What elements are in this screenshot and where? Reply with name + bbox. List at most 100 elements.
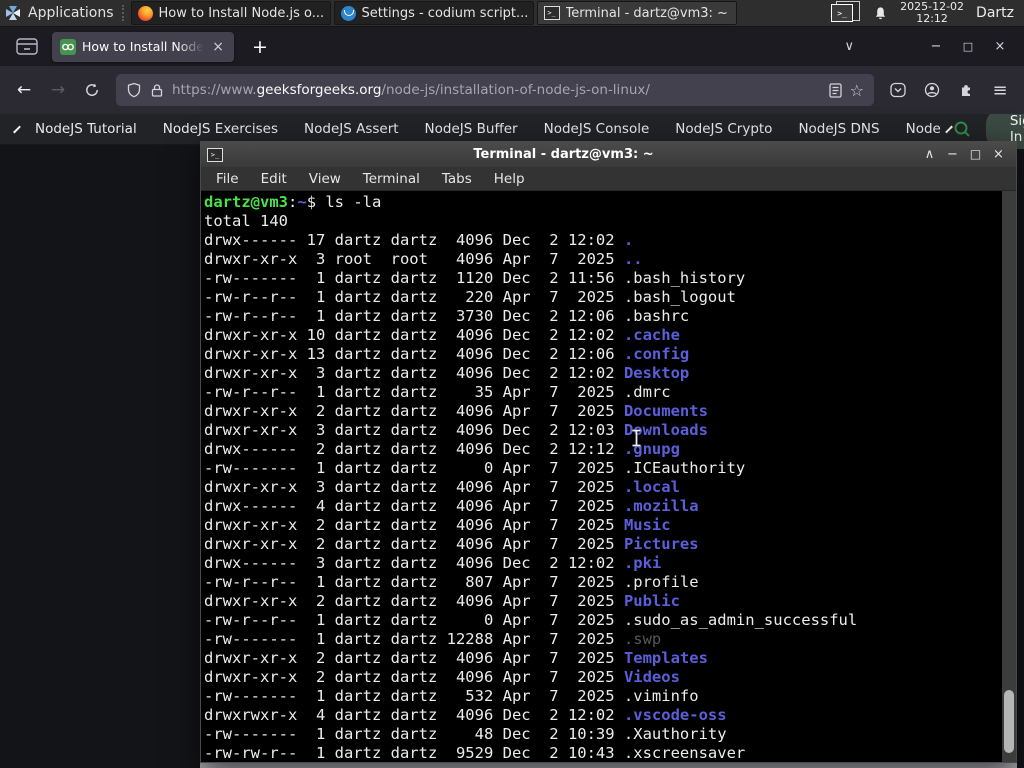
taskbar-button-label: Settings - codium script... bbox=[361, 5, 527, 21]
terminal-line: drwxr-xr-x 3 dartz dartz 4096 Dec 2 12:0… bbox=[204, 364, 690, 382]
terminal-line: drwxr-xr-x 3 root root 4096 Apr 7 2025 .… bbox=[204, 250, 643, 268]
terminal-line: drwxr-xr-x 2 dartz dartz 4096 Apr 7 2025… bbox=[204, 649, 708, 667]
url-bar[interactable]: https://www.geeksforgeeks.org/node-js/in… bbox=[116, 74, 874, 106]
terminal-line: -rw-r--r-- 1 dartz dartz 0 Apr 7 2025 .s… bbox=[204, 611, 858, 629]
reader-mode-icon[interactable] bbox=[829, 82, 842, 98]
terminal-line: drwx------ 2 dartz dartz 4096 Dec 2 12:1… bbox=[204, 440, 680, 458]
terminal-line: -rw-r--r-- 1 dartz dartz 3730 Dec 2 12:0… bbox=[204, 307, 690, 325]
list-all-tabs-button[interactable]: ∨ bbox=[836, 39, 862, 54]
menu-button[interactable]: ≡ bbox=[984, 74, 1016, 106]
nav-link-nodejs-buffer[interactable]: NodeJS Buffer bbox=[425, 121, 518, 137]
nav-link-nodejs-assert[interactable]: NodeJS Assert bbox=[304, 121, 399, 137]
terminal-menu-view[interactable]: View bbox=[298, 171, 352, 187]
terminal-menubar: File Edit View Terminal Tabs Help bbox=[201, 167, 1016, 191]
terminal-line: drwx------ 4 dartz dartz 4096 Apr 7 2025… bbox=[204, 497, 699, 515]
ibeam-cursor bbox=[631, 428, 642, 451]
panel-user-menu[interactable]: Dartz bbox=[976, 5, 1014, 21]
terminal-menu-tabs[interactable]: Tabs bbox=[431, 171, 483, 187]
extensions-button[interactable] bbox=[950, 74, 982, 106]
pocket-icon bbox=[890, 82, 906, 98]
nav-link-nodejs-console[interactable]: NodeJS Console bbox=[544, 121, 650, 137]
notification-bell-icon[interactable] bbox=[873, 5, 888, 21]
terminal-line: dartz@vm3:~$ ls -la bbox=[204, 193, 382, 211]
terminal-line: drwxr-xr-x 3 dartz dartz 4096 Dec 2 12:0… bbox=[204, 421, 708, 439]
tab-close-button[interactable]: × bbox=[210, 39, 226, 55]
search-icon bbox=[954, 121, 970, 137]
reload-icon bbox=[86, 83, 98, 96]
panel-separator bbox=[121, 5, 125, 21]
terminal-line: -rw------- 1 dartz dartz 1120 Dec 2 11:5… bbox=[204, 269, 746, 287]
lock-icon[interactable] bbox=[150, 83, 164, 98]
taskbar-button-terminal[interactable]: >_ Terminal - dartz@vm3: ~ bbox=[536, 1, 737, 25]
terminal-window-title: Terminal - dartz@vm3: ~ bbox=[473, 147, 654, 162]
back-button[interactable]: ← bbox=[8, 74, 40, 106]
terminal-window: >_ Terminal - dartz@vm3: ~ ∧ − □ × File E… bbox=[200, 141, 1017, 763]
tab-title: How to Install Node.js on bbox=[82, 39, 204, 54]
browser-minimize-button[interactable]: − bbox=[920, 39, 952, 54]
xfce-panel: Applications How to Install Node.js o...… bbox=[0, 0, 1024, 27]
terminal-line: drwxr-xr-x 2 dartz dartz 4096 Apr 7 2025… bbox=[204, 592, 680, 610]
puzzle-piece-icon bbox=[962, 84, 970, 96]
terminal-line: drwxr-xr-x 10 dartz dartz 4096 Dec 2 12:… bbox=[204, 326, 680, 344]
terminal-titlebar[interactable]: >_ Terminal - dartz@vm3: ~ ∧ − □ × bbox=[201, 142, 1016, 167]
account-button[interactable] bbox=[916, 74, 948, 106]
taskbar-button-codium[interactable]: Settings - codium script... bbox=[333, 1, 534, 25]
geeksforgeeks-favicon bbox=[60, 38, 76, 55]
taskbar-button-label: How to Install Node.js o... bbox=[158, 5, 324, 21]
terminal-line: drwxrwxr-x 4 dartz dartz 4096 Dec 2 12:0… bbox=[204, 706, 727, 724]
terminal-menu-edit[interactable]: Edit bbox=[250, 171, 298, 187]
taskbar-button-firefox[interactable]: How to Install Node.js o... bbox=[130, 1, 331, 25]
panel-clock[interactable]: 2025-12-02 12:12 bbox=[900, 1, 964, 25]
firefox-view-icon bbox=[16, 37, 38, 55]
terminal-scrollbar-thumb[interactable] bbox=[1004, 690, 1014, 753]
nav-link-nodejs-exercises[interactable]: NodeJS Exercises bbox=[163, 121, 278, 137]
system-tray: >_ 2025-12-02 12:12 Dartz bbox=[829, 1, 1024, 25]
nav-link-nodejs-dns[interactable]: NodeJS DNS bbox=[798, 121, 879, 137]
firefox-icon bbox=[137, 5, 153, 21]
nav-scroll-left-icon[interactable] bbox=[13, 125, 21, 133]
reload-button[interactable] bbox=[76, 74, 108, 106]
terminal-close-button[interactable]: × bbox=[987, 147, 1010, 162]
tray-terminal-icon[interactable]: >_ bbox=[829, 1, 861, 25]
terminal-line: -rw-r--r-- 1 dartz dartz 35 Apr 7 2025 .… bbox=[204, 383, 671, 401]
firefox-view-button[interactable] bbox=[16, 37, 38, 56]
terminal-line: drwxr-xr-x 2 dartz dartz 4096 Apr 7 2025… bbox=[204, 516, 671, 534]
browser-maximize-button[interactable]: □ bbox=[952, 40, 984, 53]
new-tab-button[interactable]: + bbox=[246, 36, 274, 58]
terminal-shade-button[interactable]: ∧ bbox=[918, 147, 941, 162]
terminal-maximize-button[interactable]: □ bbox=[964, 147, 987, 162]
terminal-menu-help[interactable]: Help bbox=[483, 171, 536, 187]
terminal-line: drwxr-xr-x 3 dartz dartz 4096 Apr 7 2025… bbox=[204, 478, 680, 496]
terminal-icon: >_ bbox=[831, 4, 854, 22]
terminal-menu-file[interactable]: File bbox=[205, 171, 250, 187]
terminal-content[interactable]: dartz@vm3:~$ ls -la total 140 drwx------ 1… bbox=[201, 191, 1016, 762]
terminal-line: drwx------ 3 dartz dartz 4096 Dec 2 12:0… bbox=[204, 554, 662, 572]
webpage-bottom-edge bbox=[200, 763, 1017, 768]
bookmark-star-icon[interactable]: ☆ bbox=[850, 81, 864, 100]
browser-tab[interactable]: How to Install Node.js on × bbox=[52, 31, 234, 62]
site-search-button[interactable] bbox=[952, 119, 972, 139]
terminal-minimize-button[interactable]: − bbox=[941, 147, 964, 162]
xfce-logo-icon bbox=[6, 6, 20, 20]
browser-close-button[interactable]: × bbox=[984, 39, 1016, 54]
terminal-line: -rw------- 1 dartz dartz 48 Dec 2 10:39 … bbox=[204, 725, 727, 743]
nav-link-nodejs-crypto[interactable]: NodeJS Crypto bbox=[675, 121, 772, 137]
terminal-line: -rw-r--r-- 1 dartz dartz 220 Apr 7 2025 … bbox=[204, 288, 736, 306]
firefox-toolbar: ← → https://www.geeksforgeeks.org/node-j… bbox=[0, 66, 1024, 114]
url-path: /node-js/installation-of-node-js-on-linu… bbox=[381, 82, 650, 98]
terminal-scrollbar[interactable] bbox=[1002, 191, 1016, 762]
nav-link-node[interactable]: Node bbox=[906, 121, 941, 137]
applications-menu-button[interactable]: Applications bbox=[0, 0, 120, 27]
applications-menu-label: Applications bbox=[28, 5, 114, 21]
forward-button[interactable]: → bbox=[42, 74, 74, 106]
terminal-line: -rw------- 1 dartz dartz 532 Apr 7 2025 … bbox=[204, 687, 699, 705]
terminal-menu-terminal[interactable]: Terminal bbox=[352, 171, 431, 187]
tracking-protection-shield-icon[interactable] bbox=[126, 82, 142, 98]
terminal-output: dartz@vm3:~$ ls -la total 140 drwx------ 1… bbox=[204, 193, 857, 762]
terminal-icon: >_ bbox=[543, 6, 560, 20]
site-nav-links: NodeJS Tutorial NodeJS Exercises NodeJS As… bbox=[22, 121, 954, 137]
taskbar-button-label: Terminal - dartz@vm3: ~ bbox=[565, 5, 728, 21]
nav-link-nodejs-tutorial[interactable]: NodeJS Tutorial bbox=[35, 121, 137, 137]
url-domain: geeksforgeeks.org bbox=[256, 82, 382, 98]
pocket-button[interactable] bbox=[882, 74, 914, 106]
